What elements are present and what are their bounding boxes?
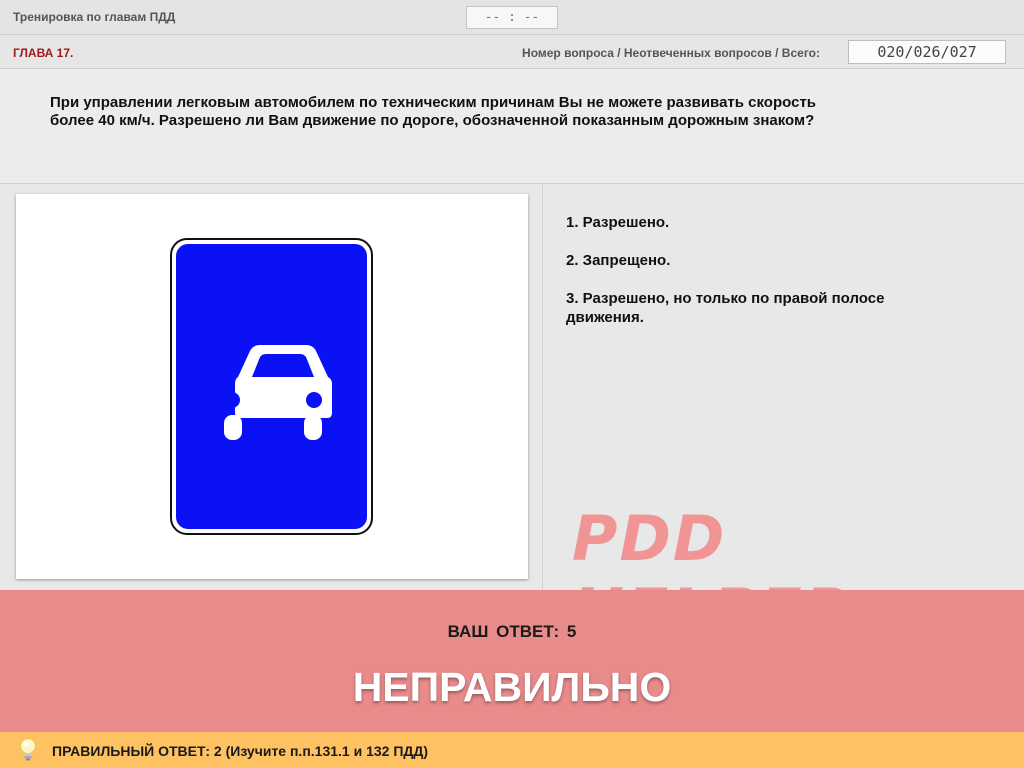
question-counter-label: Номер вопроса / Неотвеченных вопросов / … (522, 46, 820, 60)
top-bar: Тренировка по главам ПДД -- : -- (0, 0, 1024, 35)
answers-panel: 1. Разрешено. 2. Запрещено. 3. Разрешено… (544, 184, 1024, 648)
chapter-title: ГЛАВА 17. (13, 46, 74, 60)
answer-option-1[interactable]: 1. Разрешено. (566, 213, 966, 232)
question-counter: 020/026/027 (848, 40, 1006, 64)
road-sign-car-icon (170, 238, 373, 535)
question-panel: При управлении легковым автомобилем по т… (0, 69, 1024, 184)
lightbulb-icon (20, 738, 36, 761)
result-panel: ВАШ ОТВЕТ: 5 НЕПРАВИЛЬНО (0, 590, 1024, 732)
image-panel (0, 184, 543, 590)
verdict-text: НЕПРАВИЛЬНО (352, 664, 672, 710)
correct-answer-bar: ПРАВИЛЬНЫЙ ОТВЕТ: 2 (Изучите п.п.131.1 и… (0, 732, 1024, 768)
headlight-left (224, 392, 240, 408)
timer-display: -- : -- (466, 6, 558, 29)
mode-title: Тренировка по главам ПДД (13, 10, 176, 24)
your-answer-text: ВАШ ОТВЕТ: 5 (447, 622, 577, 641)
info-bar: ГЛАВА 17. Номер вопроса / Неотвеченных в… (0, 35, 1024, 69)
question-text: При управлении легковым автомобилем по т… (50, 94, 817, 129)
correct-answer-text: ПРАВИЛЬНЫЙ ОТВЕТ: 2 (Изучите п.п.131.1 и… (52, 743, 429, 759)
answer-option-2[interactable]: 2. Запрещено. (566, 251, 966, 270)
headlight-right (306, 392, 322, 408)
question-image (16, 194, 528, 579)
answer-option-3[interactable]: 3. Разрешено, но только по правой полосе… (566, 289, 966, 327)
